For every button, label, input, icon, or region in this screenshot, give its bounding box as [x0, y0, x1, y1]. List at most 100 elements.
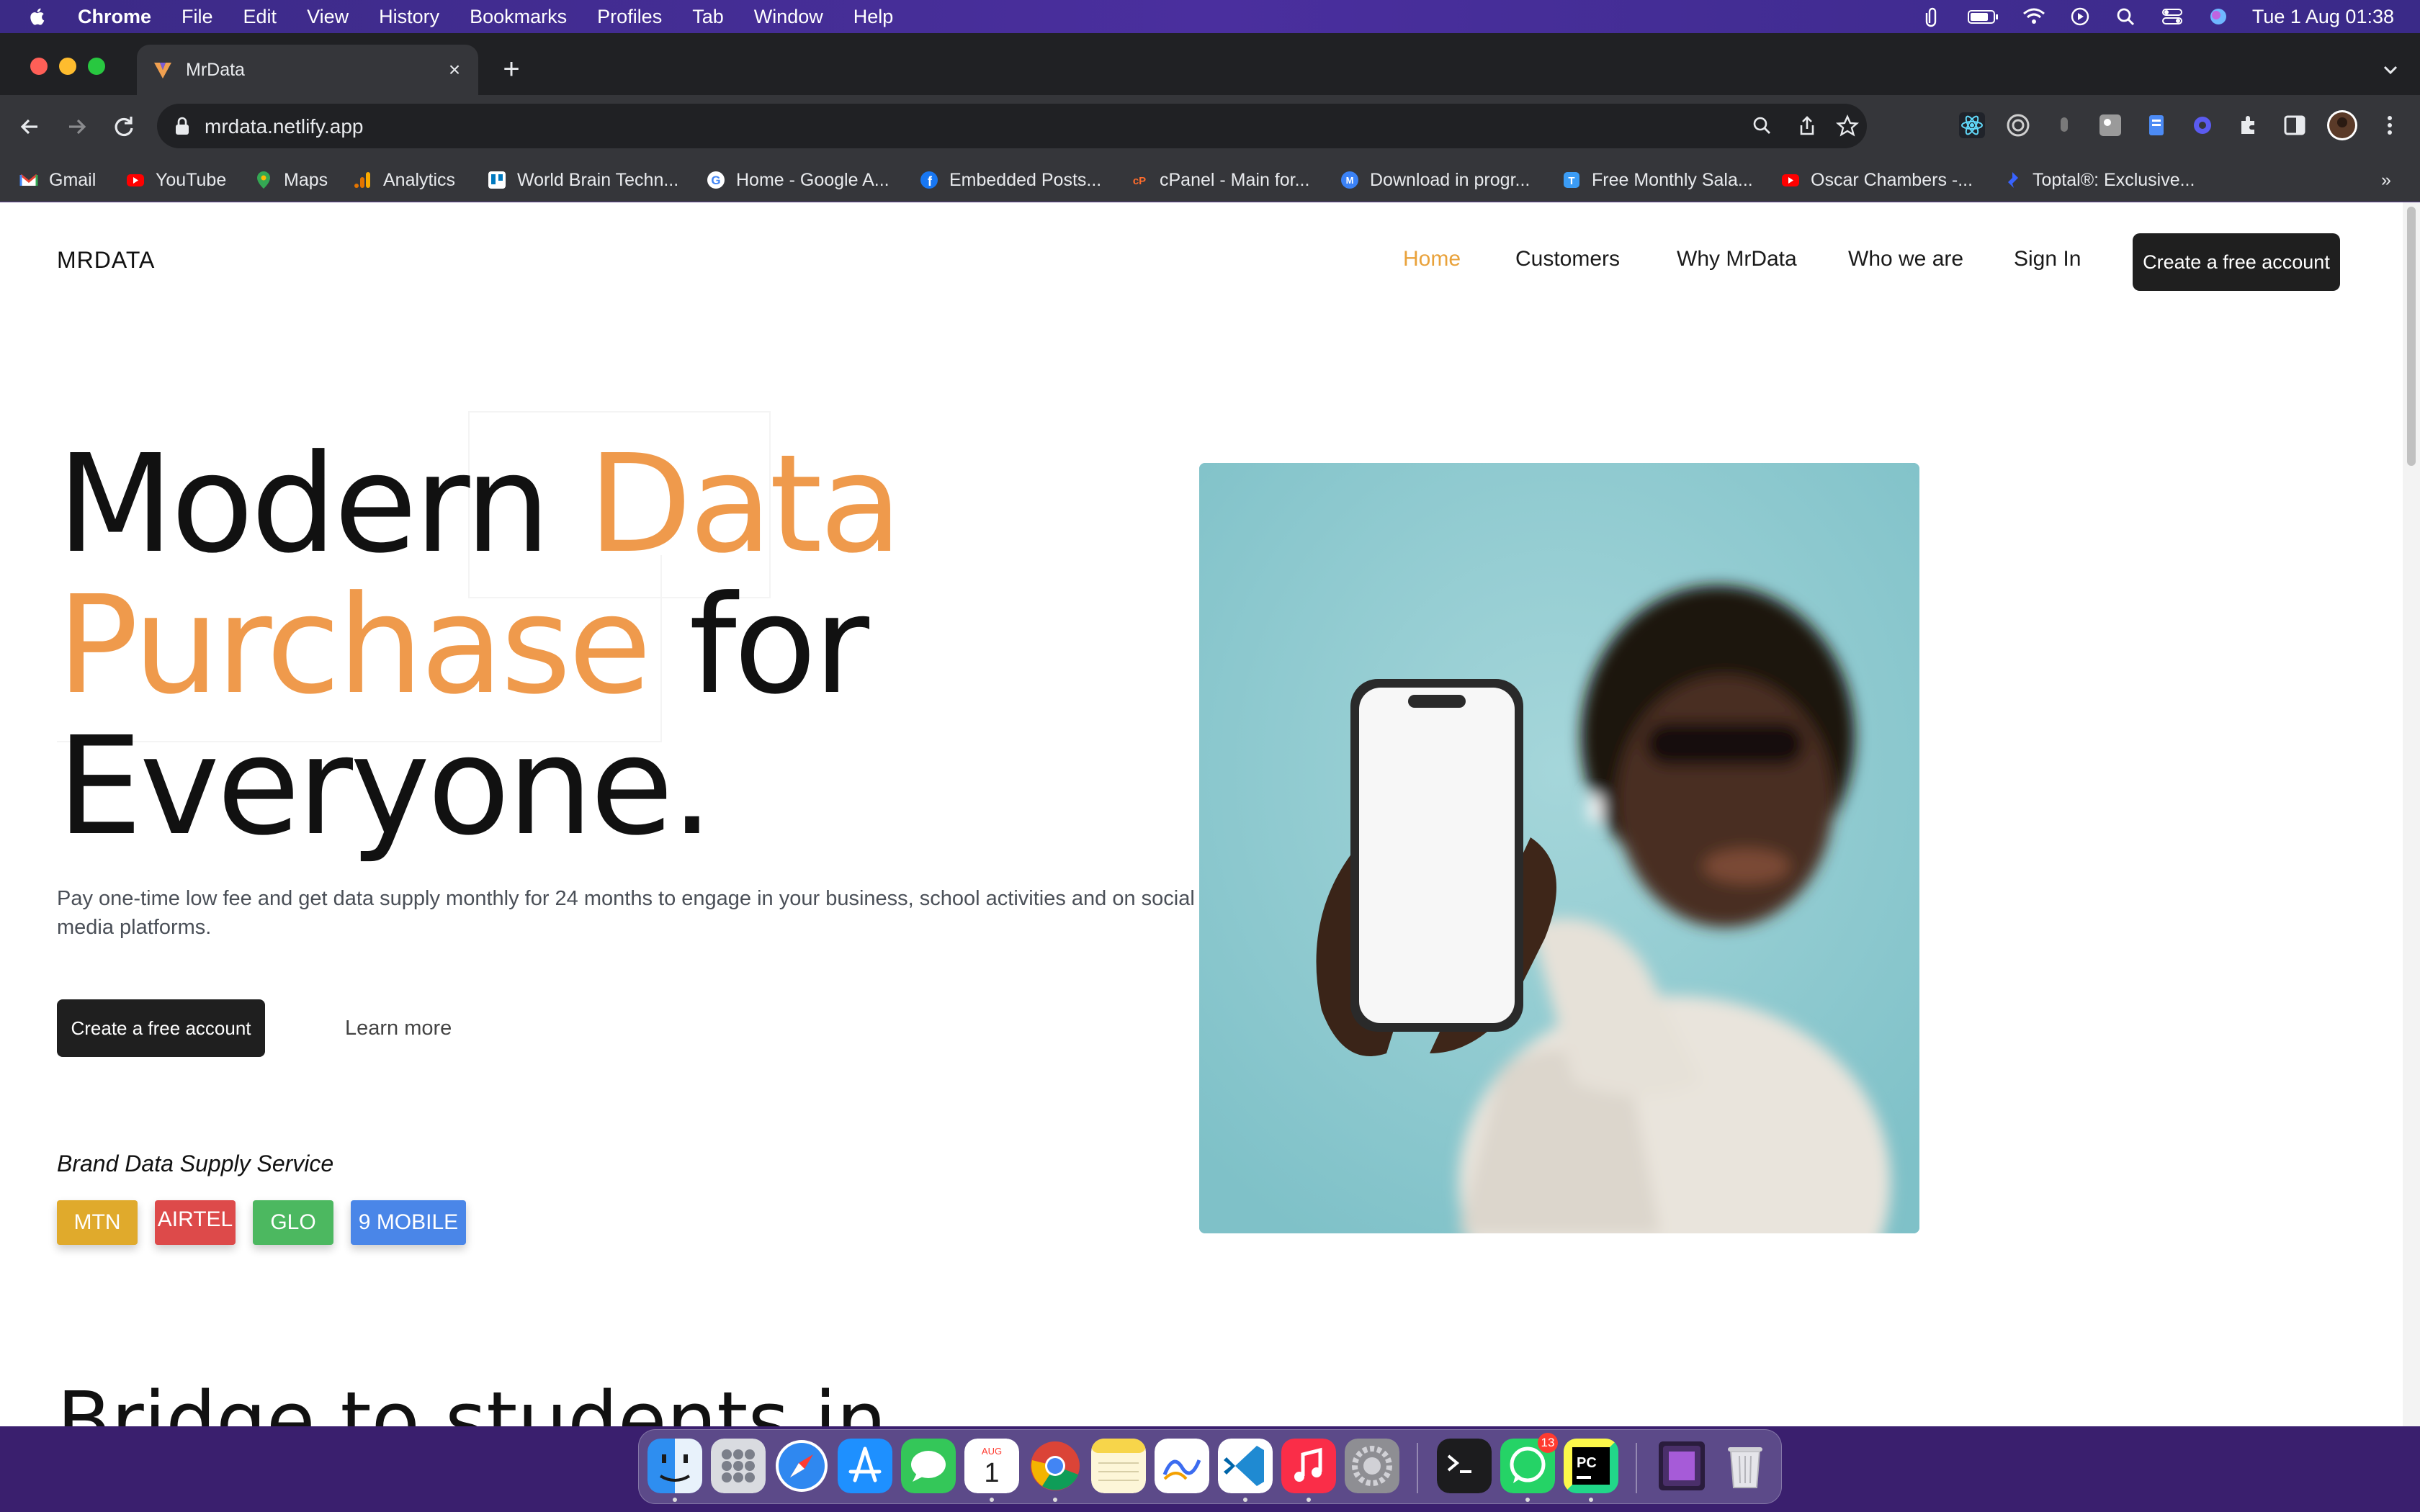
window-close-button[interactable]	[30, 58, 48, 75]
safari-icon[interactable]	[774, 1439, 829, 1493]
target-extension-icon[interactable]	[2005, 112, 2031, 138]
spotlight-search-icon[interactable]	[2114, 6, 2138, 27]
bookmark-analytics[interactable]: Analytics	[353, 166, 455, 194]
image-extension-icon[interactable]	[2097, 112, 2123, 138]
menu-clock[interactable]: Tue 1 Aug 01:38	[2252, 6, 2394, 28]
pycharm-icon[interactable]: PC	[1564, 1439, 1618, 1493]
window-minimize-button[interactable]	[59, 58, 76, 75]
side-panel-icon[interactable]	[2282, 112, 2308, 138]
brand-badge-glo[interactable]: GLO	[253, 1200, 333, 1245]
play-circle-icon[interactable]	[2068, 6, 2092, 27]
forward-arrow-icon[interactable]	[60, 111, 92, 143]
nav-who-we-are[interactable]: Who we are	[1848, 247, 1963, 271]
mic-extension-icon[interactable]	[2051, 112, 2077, 138]
chrome-icon[interactable]	[1028, 1439, 1083, 1493]
menu-view[interactable]: View	[307, 6, 349, 28]
battery-icon[interactable]	[1966, 6, 2000, 27]
profile-avatar[interactable]	[2326, 109, 2358, 141]
freeform-icon[interactable]	[1155, 1439, 1209, 1493]
bookmark-gmail[interactable]: Gmail	[19, 166, 96, 194]
zoom-search-icon[interactable]	[1750, 114, 1775, 138]
nav-home[interactable]: Home	[1403, 247, 1461, 271]
wifi-icon[interactable]	[2022, 6, 2046, 27]
menu-bookmarks[interactable]: Bookmarks	[470, 6, 567, 28]
tab-search-chevron-icon[interactable]	[2380, 59, 2401, 81]
music-icon[interactable]	[1281, 1439, 1336, 1493]
menu-profiles[interactable]: Profiles	[597, 6, 662, 28]
share-icon[interactable]	[1795, 114, 1819, 138]
menu-tab[interactable]: Tab	[692, 6, 724, 28]
page-scrollbar[interactable]	[2403, 202, 2420, 1426]
menu-window[interactable]: Window	[754, 6, 823, 28]
download-icon: M	[1341, 171, 1358, 189]
analytics-icon	[354, 172, 370, 188]
gear-extension-icon[interactable]	[2190, 112, 2215, 138]
bookmark-label: Analytics	[383, 169, 456, 190]
bookmark-star-icon[interactable]	[1835, 114, 1860, 138]
bookmark-world-brain[interactable]: World Brain Techn...	[487, 166, 678, 194]
header-create-account-button[interactable]: Create a free account	[2133, 233, 2340, 291]
nav-why-mrdata[interactable]: Why MrData	[1677, 247, 1797, 271]
brand-badge-airtel[interactable]: AIRTEL	[155, 1200, 236, 1245]
address-bar[interactable]: mrdata.netlify.app	[157, 104, 1867, 148]
terminal-icon[interactable]	[1437, 1439, 1492, 1493]
bookmark-cpanel[interactable]: cP cPanel - Main for...	[1129, 166, 1310, 194]
siri-icon[interactable]	[2206, 6, 2231, 27]
hero-line-3: Everyone.	[57, 708, 714, 865]
extensions-puzzle-icon[interactable]	[2236, 112, 2262, 138]
nav-customers[interactable]: Customers	[1515, 247, 1620, 271]
running-indicator	[1525, 1498, 1530, 1502]
app-store-icon[interactable]	[838, 1439, 892, 1493]
trash-icon[interactable]	[1718, 1439, 1773, 1493]
menu-file[interactable]: File	[182, 6, 213, 28]
bookmark-youtube[interactable]: YouTube	[125, 166, 226, 194]
menu-edit[interactable]: Edit	[243, 6, 277, 28]
brand-badge-9mobile[interactable]: 9 MOBILE	[351, 1200, 466, 1245]
menu-help[interactable]: Help	[853, 6, 894, 28]
tab-mrdata[interactable]: MrData ×	[137, 45, 478, 95]
bookmark-free-monthly[interactable]: T Free Monthly Sala...	[1561, 166, 1753, 194]
brand-badge-mtn[interactable]: MTN	[57, 1200, 138, 1245]
bookmark-label: Free Monthly Sala...	[1592, 169, 1753, 190]
hero-headline: Modern Data Purchase for Everyone.	[57, 434, 902, 865]
bookmark-embedded-posts[interactable]: f Embedded Posts...	[919, 166, 1101, 194]
hero-line-2: Purchase for	[57, 575, 900, 716]
facebook-icon: f	[920, 171, 938, 189]
new-tab-button[interactable]: +	[497, 55, 526, 84]
bookmark-download[interactable]: M Download in progr...	[1340, 166, 1530, 194]
finder-icon[interactable]	[647, 1439, 702, 1493]
site-logo[interactable]: MRDATA	[57, 247, 155, 274]
url-text[interactable]: mrdata.netlify.app	[205, 115, 364, 138]
control-center-icon[interactable]	[2160, 6, 2184, 27]
downloads-stack-icon[interactable]	[1654, 1439, 1709, 1493]
paperclip-icon[interactable]	[1919, 6, 1944, 27]
scrollbar-thumb[interactable]	[2407, 207, 2416, 466]
bookmark-toptal[interactable]: Toptal®: Exclusive...	[2002, 166, 2195, 194]
bookmarks-overflow-chevron-icon[interactable]: »	[2381, 166, 2391, 194]
nav-sign-in[interactable]: Sign In	[2014, 247, 2081, 271]
bookmark-google-ads[interactable]: G Home - Google A...	[706, 166, 889, 194]
system-settings-icon[interactable]	[1345, 1439, 1399, 1493]
notes-icon[interactable]	[1091, 1439, 1146, 1493]
menu-app-name[interactable]: Chrome	[78, 6, 151, 28]
tab-close-icon[interactable]: ×	[444, 59, 465, 81]
vscode-icon[interactable]	[1218, 1439, 1273, 1493]
messages-icon[interactable]	[901, 1439, 956, 1493]
chrome-menu-icon[interactable]	[2377, 112, 2403, 138]
lock-icon[interactable]	[174, 116, 190, 136]
calendar-icon[interactable]: AUG1	[964, 1439, 1019, 1493]
apple-menu-icon[interactable]	[27, 5, 49, 28]
bookmark-oscar-chambers[interactable]: Oscar Chambers -...	[1780, 166, 1973, 194]
hero-create-account-button[interactable]: Create a free account	[57, 999, 265, 1057]
launchpad-icon[interactable]	[711, 1439, 766, 1493]
menu-history[interactable]: History	[379, 6, 439, 28]
window-zoom-button[interactable]	[88, 58, 105, 75]
learn-more-link[interactable]: Learn more	[345, 1017, 452, 1040]
react-devtools-icon[interactable]	[1959, 112, 1985, 138]
svg-text:T: T	[1568, 175, 1574, 187]
docs-extension-icon[interactable]	[2143, 112, 2169, 138]
back-arrow-icon[interactable]	[14, 111, 46, 143]
bookmark-label: Embedded Posts...	[949, 169, 1102, 190]
bookmark-maps[interactable]: Maps	[254, 166, 328, 194]
reload-icon[interactable]	[108, 111, 140, 143]
